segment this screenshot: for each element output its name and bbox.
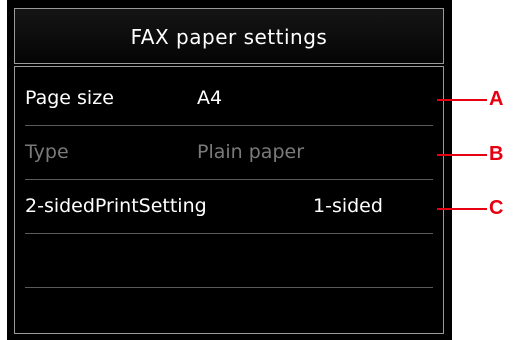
row-divider <box>25 233 433 234</box>
printer-lcd-screen: FAX paper settings Page size A4 Type Pla… <box>7 0 452 340</box>
callout-label-b: B <box>489 143 504 165</box>
page-size-value: A4 <box>197 87 223 109</box>
page-size-label: Page size <box>25 87 114 109</box>
callout-label-c: C <box>489 197 504 219</box>
callout-line-c <box>437 208 487 210</box>
screen-title: FAX paper settings <box>130 25 328 49</box>
row-divider <box>25 287 433 288</box>
callout-label-a: A <box>489 88 504 110</box>
row-divider <box>25 125 433 126</box>
row-divider <box>25 179 433 180</box>
setting-row-type: Type Plain paper <box>25 127 433 181</box>
setting-row-page-size[interactable]: Page size A4 <box>25 73 433 127</box>
setting-row-2-sided-print[interactable]: 2-sidedPrintSetting 1-sided <box>25 181 433 235</box>
title-bar: FAX paper settings <box>14 8 444 64</box>
type-value: Plain paper <box>197 141 305 163</box>
2-sided-print-value: 1-sided <box>313 195 383 217</box>
callout-line-b <box>437 154 487 156</box>
callout-line-a <box>437 99 487 101</box>
type-label: Type <box>25 141 69 163</box>
2-sided-print-label: 2-sidedPrintSetting <box>25 195 207 217</box>
settings-list: Page size A4 Type Plain paper 2-sidedPri… <box>14 66 444 334</box>
